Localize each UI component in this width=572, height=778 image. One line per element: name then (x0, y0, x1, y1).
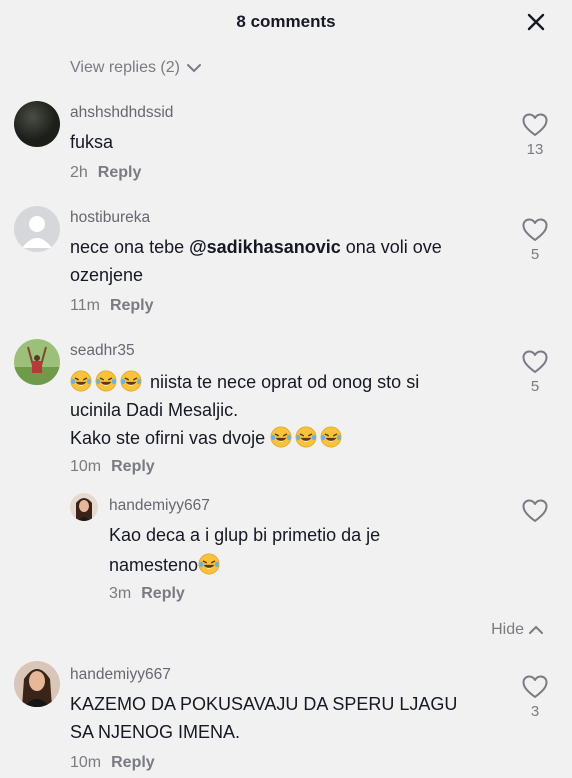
comments-title: 8 comments (236, 12, 336, 31)
reply-button[interactable]: Reply (110, 297, 154, 315)
comment-text-line: Kako ste ofirni vas dvoje (70, 428, 266, 448)
like-button[interactable]: 5 (520, 350, 550, 395)
comment-text: fuksa (70, 132, 114, 152)
laughing-emoji-icon (295, 426, 317, 448)
comment-text-line: niista te nece oprat od onog sto si (150, 372, 420, 392)
reply-text-line: Kao deca a i glup bi primetio da je (109, 525, 381, 545)
close-icon[interactable] (526, 12, 546, 32)
comment-text: nece ona tebe @sadikhasanovic ona voli o… (70, 232, 442, 262)
avatar[interactable] (14, 206, 60, 252)
like-count: 13 (526, 141, 544, 158)
heart-icon (522, 218, 548, 242)
reply-button[interactable]: Reply (111, 754, 155, 772)
comment-text-line: KAZEMO DA POKUSAVAJU DA SPERU LJAGU (70, 694, 458, 714)
like-button[interactable]: 13 (520, 113, 550, 158)
comment-username[interactable]: handemiyy667 (70, 666, 171, 684)
reply-meta: 3m Reply (109, 585, 185, 603)
comment-meta: 10m Reply (70, 754, 155, 772)
laughing-emoji-icon (95, 370, 117, 392)
view-replies-label: View replies (2) (70, 59, 180, 76)
comment-text-line: ozenjene (70, 265, 144, 285)
like-count: 5 (530, 246, 540, 263)
heart-icon (522, 113, 548, 137)
comment-text-prefix: nece ona tebe (70, 237, 190, 257)
like-button[interactable]: 5 (520, 218, 550, 263)
reply-username[interactable]: handemiyy667 (109, 497, 210, 515)
comment-text: Kako ste ofirni vas dvoje (70, 423, 345, 453)
reply-button[interactable]: Reply (111, 458, 155, 476)
reply-time: 3m (109, 585, 132, 602)
laughing-emoji-icon (320, 426, 342, 448)
like-count: 3 (530, 703, 540, 720)
laughing-emoji-icon (270, 426, 292, 448)
comment-text: niista te nece oprat od onog sto si (70, 367, 419, 397)
comment-time: 10m (70, 754, 102, 771)
comment-username[interactable]: ahshshdhdssid (70, 104, 173, 122)
reply-text: namesteno (109, 550, 223, 580)
comment-meta: 10m Reply (70, 458, 155, 476)
comment-username[interactable]: seadhr35 (70, 342, 135, 360)
laughing-emoji-icon (198, 553, 220, 575)
heart-icon (522, 350, 548, 374)
comments-header: 8 comments (0, 0, 572, 44)
avatar[interactable] (14, 101, 60, 147)
reply-button[interactable]: Reply (141, 585, 185, 603)
heart-icon (522, 675, 548, 699)
avatar[interactable] (14, 339, 60, 385)
view-replies-button[interactable]: View replies (2) (70, 59, 202, 77)
mention-link[interactable]: @sadikhasanovic (189, 237, 341, 257)
chevron-up-icon (529, 625, 543, 634)
comment-text-line: SA NJENOG IMENA. (70, 722, 241, 742)
hide-replies-button[interactable]: Hide (491, 621, 544, 639)
like-count: 5 (530, 378, 540, 395)
hide-label: Hide (491, 621, 524, 638)
comment-time: 2h (70, 164, 88, 181)
reply-button[interactable]: Reply (98, 164, 142, 182)
avatar[interactable] (70, 493, 98, 521)
heart-icon (522, 499, 548, 523)
like-button[interactable]: 3 (520, 675, 550, 720)
comment-meta: 11m Reply (70, 297, 154, 315)
avatar[interactable] (14, 661, 60, 707)
comment-username[interactable]: hostibureka (70, 209, 150, 227)
reply-text-line: namesteno (109, 555, 199, 575)
chevron-down-icon (186, 64, 201, 73)
comment-meta: 2h Reply (70, 164, 141, 182)
laughing-emoji-icon (70, 370, 92, 392)
laughing-emoji-icon (120, 370, 142, 392)
comment-text-suffix: ona voli ove (340, 237, 442, 257)
comment-time: 10m (70, 458, 102, 475)
comment-text-line: ucinila Dadi Mesaljic. (70, 400, 239, 420)
like-button[interactable] (520, 499, 550, 523)
comment-time: 11m (70, 297, 100, 314)
